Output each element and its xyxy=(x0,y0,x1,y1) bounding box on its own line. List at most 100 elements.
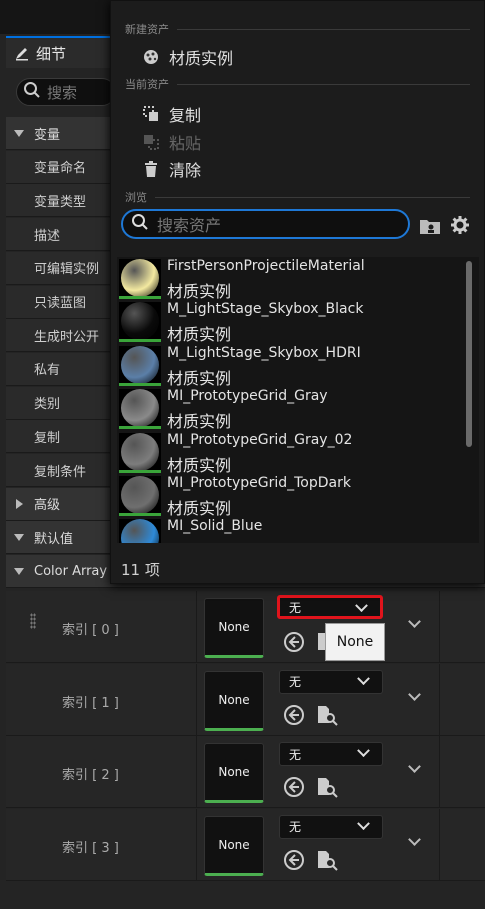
asset-thumbnail xyxy=(119,259,161,299)
row-label: 生成时公开 xyxy=(34,329,100,345)
row-label: 复制 xyxy=(34,430,61,446)
asset-list: FirstPersonProjectileMaterial 材质实例 M_Light… xyxy=(117,257,479,543)
section-browse: 浏览 xyxy=(125,189,470,205)
section-new-asset: 新建资产 xyxy=(125,21,470,37)
asset-list-item[interactable]: M_LightStage_Skybox_Black 材质实例 xyxy=(117,300,462,344)
column-divider xyxy=(196,663,197,736)
caret-right-icon[interactable] xyxy=(16,498,23,509)
combo-value: 无 xyxy=(289,820,302,834)
row-label: Color Array xyxy=(34,563,108,579)
material-sphere-preview xyxy=(121,432,159,470)
search-placeholder: 搜索 xyxy=(47,83,78,102)
use-selected-arrow-icon[interactable] xyxy=(284,704,304,725)
browse-asset-icon[interactable] xyxy=(316,849,338,871)
caret-down-icon[interactable] xyxy=(14,568,24,576)
array-index-label: 索引 [ 1 ] xyxy=(62,695,119,711)
asset-type: 材质实例 xyxy=(167,538,231,543)
array-index-label: 索引 [ 0 ] xyxy=(62,623,119,638)
asset-type: 材质实例 xyxy=(167,368,232,388)
browse-asset-icon[interactable] xyxy=(316,704,338,726)
asset-combo-box[interactable]: 无 xyxy=(279,742,383,766)
combo-value: 无 xyxy=(289,747,302,762)
asset-thumbnail xyxy=(119,432,161,473)
row-label: 私有 xyxy=(34,363,61,379)
copy-label: 复制 xyxy=(169,106,202,125)
row-label: 可编辑实例 xyxy=(34,262,100,278)
asset-search-input[interactable]: 搜索资产 xyxy=(121,209,410,239)
asset-name: MI_Solid_Blue xyxy=(167,518,263,535)
use-selected-arrow-icon[interactable] xyxy=(284,849,304,870)
settings-gear-icon[interactable] xyxy=(451,216,469,234)
row-label: 类别 xyxy=(34,397,61,413)
asset-thumbnail xyxy=(119,302,161,343)
combo-value: 无 xyxy=(289,600,302,615)
asset-list-item[interactable]: FirstPersonProjectileMaterial 材质实例 xyxy=(117,257,462,301)
copy-item[interactable]: 复制 xyxy=(143,102,201,126)
column-divider xyxy=(439,591,440,663)
paste-icon xyxy=(143,134,159,150)
new-material-instance-item[interactable]: 材质实例 xyxy=(143,45,233,69)
asset-name: MI_PrototypeGrid_TopDark xyxy=(167,475,351,491)
asset-name: MI_PrototypeGrid_Gray xyxy=(167,388,328,405)
asset-thumbnail xyxy=(119,389,161,430)
use-selected-arrow-icon[interactable] xyxy=(284,777,304,797)
array-index-label: 索引 [ 2 ] xyxy=(62,768,119,783)
material-sphere-preview xyxy=(121,476,159,513)
material-sphere-preview xyxy=(121,389,159,427)
asset-type: 材质实例 xyxy=(167,412,232,432)
browse-asset-icon[interactable] xyxy=(316,776,338,798)
edit-icon xyxy=(14,45,30,61)
chevron-down-icon xyxy=(357,671,370,685)
asset-list-scrollbar[interactable] xyxy=(466,261,472,447)
row-label: 变量 xyxy=(34,127,61,143)
row-label: 高级 xyxy=(34,498,61,514)
asset-name: FirstPersonProjectileMaterial xyxy=(167,258,365,274)
caret-down-icon[interactable] xyxy=(14,534,24,542)
row-label: 复制条件 xyxy=(34,464,87,480)
paste-item[interactable]: 粘贴 xyxy=(143,130,201,154)
details-search-input[interactable]: 搜索 xyxy=(16,78,116,106)
asset-list-item[interactable]: MI_Solid_Blue 材质实例 xyxy=(117,517,462,543)
asset-combo-box[interactable]: 无 xyxy=(279,669,383,694)
asset-name: M_LightStage_Skybox_HDRI xyxy=(167,344,361,361)
asset-combo-box[interactable]: 无 xyxy=(279,814,383,839)
asset-list-item[interactable]: MI_PrototypeGrid_TopDark 材质实例 xyxy=(117,474,462,518)
asset-thumbnail[interactable]: None xyxy=(204,743,264,803)
chevron-down-icon xyxy=(357,744,370,758)
row-label: 变量命名 xyxy=(34,161,87,177)
column-divider xyxy=(196,736,197,808)
array-element-row: 索引 [ 0 ] None 无 xyxy=(6,591,485,663)
asset-name: M_LightStage_Skybox_Black xyxy=(167,301,364,318)
expand-chevron-icon[interactable] xyxy=(408,687,421,701)
clear-item[interactable]: 清除 xyxy=(143,157,201,181)
column-divider xyxy=(196,808,197,881)
editor-root: 细节 搜索 变量 变量命名 变量类型 描述 可编辑实例 只读蓝图 生成时公开 私有 类别 复制 复制… xyxy=(0,0,485,909)
row-label: 描述 xyxy=(34,228,61,244)
material-icon xyxy=(143,49,159,65)
asset-thumbnail[interactable]: None xyxy=(204,670,264,731)
asset-thumbnail[interactable]: None xyxy=(204,815,264,876)
asset-picker-dropdown: 新建资产 材质实例 当前资产 复制 粘贴 清除 浏览 搜索资产 FirstPer… xyxy=(110,0,485,584)
caret-down-icon[interactable] xyxy=(14,130,24,137)
asset-name: MI_PrototypeGrid_Gray_02 xyxy=(167,431,353,448)
drag-handle-icon[interactable] xyxy=(30,613,36,629)
column-divider xyxy=(439,808,440,881)
asset-thumbnail xyxy=(119,345,161,386)
asset-list-item[interactable]: MI_PrototypeGrid_Gray 材质实例 xyxy=(117,387,462,432)
asset-list-item[interactable]: M_LightStage_Skybox_HDRI 材质实例 xyxy=(117,344,462,388)
column-divider xyxy=(439,736,440,808)
asset-combo-box[interactable]: 无 xyxy=(277,595,383,619)
section-current-asset: 当前资产 xyxy=(125,76,470,92)
expand-chevron-icon[interactable] xyxy=(408,615,421,628)
folder-icon[interactable] xyxy=(419,217,441,235)
array-element-row: 索引 [ 3 ] None 无 xyxy=(6,808,485,881)
tab-details[interactable]: 细节 xyxy=(6,36,110,68)
asset-thumbnail[interactable]: None xyxy=(204,598,264,658)
expand-chevron-icon[interactable] xyxy=(408,832,421,846)
asset-search-placeholder: 搜索资产 xyxy=(157,216,222,235)
chevron-down-icon xyxy=(357,816,370,830)
paste-label: 粘贴 xyxy=(169,134,202,153)
expand-chevron-icon[interactable] xyxy=(408,760,421,773)
use-selected-arrow-icon[interactable] xyxy=(284,632,304,652)
asset-list-item[interactable]: MI_PrototypeGrid_Gray_02 材质实例 xyxy=(117,431,462,475)
